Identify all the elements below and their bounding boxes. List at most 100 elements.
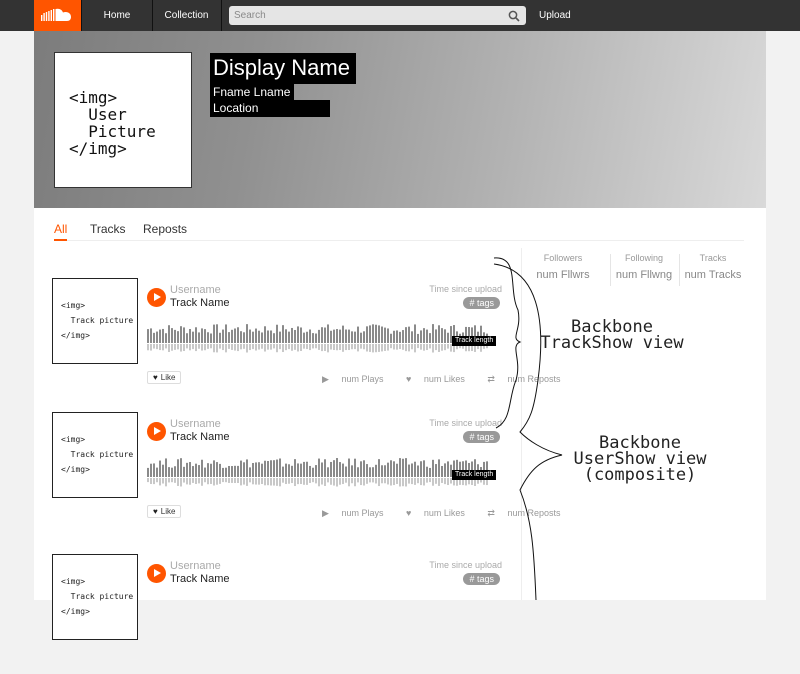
waveform-bar — [402, 458, 404, 477]
nav-collection[interactable]: Collection — [152, 0, 222, 31]
waveform-bar-reflection — [423, 478, 425, 486]
tab-all[interactable]: All — [54, 222, 68, 241]
play-button[interactable] — [147, 288, 166, 307]
play-button[interactable] — [147, 564, 166, 583]
search-input[interactable] — [229, 6, 504, 25]
waveform-bar-reflection — [300, 478, 302, 485]
waveform-bar — [357, 467, 359, 477]
waveform-bar-reflection — [189, 478, 191, 485]
waveform-bar-reflection — [282, 344, 284, 353]
plays-count: ▶ num Plays — [322, 508, 393, 518]
soundcloud-logo[interactable] — [34, 0, 81, 31]
track-picture[interactable]: <img> Track picture </img> — [52, 412, 138, 498]
waveform-bar-reflection — [375, 344, 377, 353]
nav-upload[interactable]: Upload — [539, 0, 571, 31]
waveform-bar — [345, 466, 347, 477]
waveform-bar-reflection — [156, 478, 158, 483]
waveform-bar — [354, 458, 356, 477]
profile-header: <img> User Picture </img> Display Name F… — [34, 31, 766, 208]
waveform-bar — [351, 465, 353, 477]
waveform-bar — [231, 329, 233, 343]
waveform-bar-reflection — [345, 344, 347, 351]
track-item: <img> Track picture </img> Username Trac… — [52, 412, 560, 532]
waveform-bar-reflection — [441, 344, 443, 351]
waveform-bar-reflection — [294, 344, 296, 350]
track-name[interactable]: Track Name — [170, 573, 230, 585]
track-name[interactable]: Track Name — [170, 297, 230, 309]
waveform-bar — [333, 460, 335, 477]
stat-tracks[interactable]: Tracks num Tracks — [681, 253, 745, 281]
waveform-bar-reflection — [165, 344, 167, 349]
waveform-bar-reflection — [360, 344, 362, 349]
waveform-bar — [393, 461, 395, 477]
tab-reposts[interactable]: Reposts — [143, 222, 187, 236]
user-picture[interactable]: <img> User Picture </img> — [54, 52, 192, 188]
waveform-bar — [357, 326, 359, 343]
track-picture[interactable]: <img> Track picture </img> — [52, 278, 138, 364]
waveform-bar — [174, 329, 176, 343]
waveform-bar-reflection — [435, 344, 437, 351]
waveform-bar — [435, 464, 437, 477]
waveform-bar-reflection — [159, 344, 161, 351]
track-username[interactable]: Username — [170, 418, 221, 430]
waveform-bar — [342, 463, 344, 477]
waveform-bar-reflection — [261, 344, 263, 349]
waveform-bar — [189, 329, 191, 343]
waveform-bar-reflection — [378, 344, 380, 352]
waveform-bar — [315, 333, 317, 343]
waveform-bar-reflection — [183, 344, 185, 352]
like-button[interactable]: ♥ Like — [147, 505, 182, 518]
waveform-bar — [441, 328, 443, 343]
waveform-bar-reflection — [369, 344, 371, 352]
waveform-bar — [252, 462, 254, 477]
search-icon[interactable] — [508, 10, 520, 22]
waveform-bar-reflection — [297, 478, 299, 485]
like-button[interactable]: ♥ Like — [147, 371, 182, 384]
waveform-bar-reflection — [267, 344, 269, 350]
waveform-bar — [240, 460, 242, 477]
track-picture[interactable]: <img> Track picture </img> — [52, 554, 138, 640]
waveform-bar-reflection — [210, 344, 212, 349]
play-button[interactable] — [147, 422, 166, 441]
annotation-line: TrackShow view — [540, 333, 684, 353]
tab-tracks[interactable]: Tracks — [90, 222, 126, 236]
waveform-bar — [285, 463, 287, 477]
waveform-bar — [201, 328, 203, 343]
waveform-bar — [444, 463, 446, 477]
waveform-bar-reflection — [234, 344, 236, 351]
waveform-bar — [222, 329, 224, 343]
track-username[interactable]: Username — [170, 284, 221, 296]
waveform-bar — [408, 326, 410, 343]
heart-icon: ♥ — [405, 374, 412, 384]
waveform-bar-reflection — [432, 478, 434, 486]
waveform-bar — [336, 329, 338, 343]
waveform[interactable] — [147, 324, 501, 354]
waveform-bar-reflection — [216, 478, 218, 485]
waveform-bar — [186, 333, 188, 343]
waveform-bar — [201, 459, 203, 477]
plays-label: num Plays — [341, 374, 384, 384]
waveform-bar-reflection — [426, 344, 428, 351]
waveform-bar — [441, 465, 443, 477]
waveform-bar — [276, 324, 278, 343]
waveform-bar-reflection — [213, 344, 215, 353]
track-name[interactable]: Track Name — [170, 431, 230, 443]
waveform[interactable] — [147, 458, 501, 488]
waveform-bar — [294, 329, 296, 343]
track-username[interactable]: Username — [170, 560, 221, 572]
waveform-bar — [192, 331, 194, 343]
nav-home[interactable]: Home — [81, 0, 153, 31]
waveform-bar — [327, 467, 329, 477]
waveform-bar — [426, 466, 428, 477]
waveform-bar-reflection — [339, 478, 341, 485]
waveform-bar — [327, 324, 329, 343]
waveform-bar-reflection — [228, 344, 230, 349]
stat-tracks-label: Tracks — [699, 253, 727, 263]
waveform-bar — [285, 329, 287, 343]
waveform-bar — [390, 460, 392, 477]
waveform-bar — [312, 333, 314, 343]
stat-following[interactable]: Following num Fllwng — [612, 253, 676, 281]
waveform-bar-reflection — [171, 478, 173, 483]
waveform-bar-reflection — [390, 344, 392, 349]
waveform-bar-reflection — [393, 478, 395, 486]
